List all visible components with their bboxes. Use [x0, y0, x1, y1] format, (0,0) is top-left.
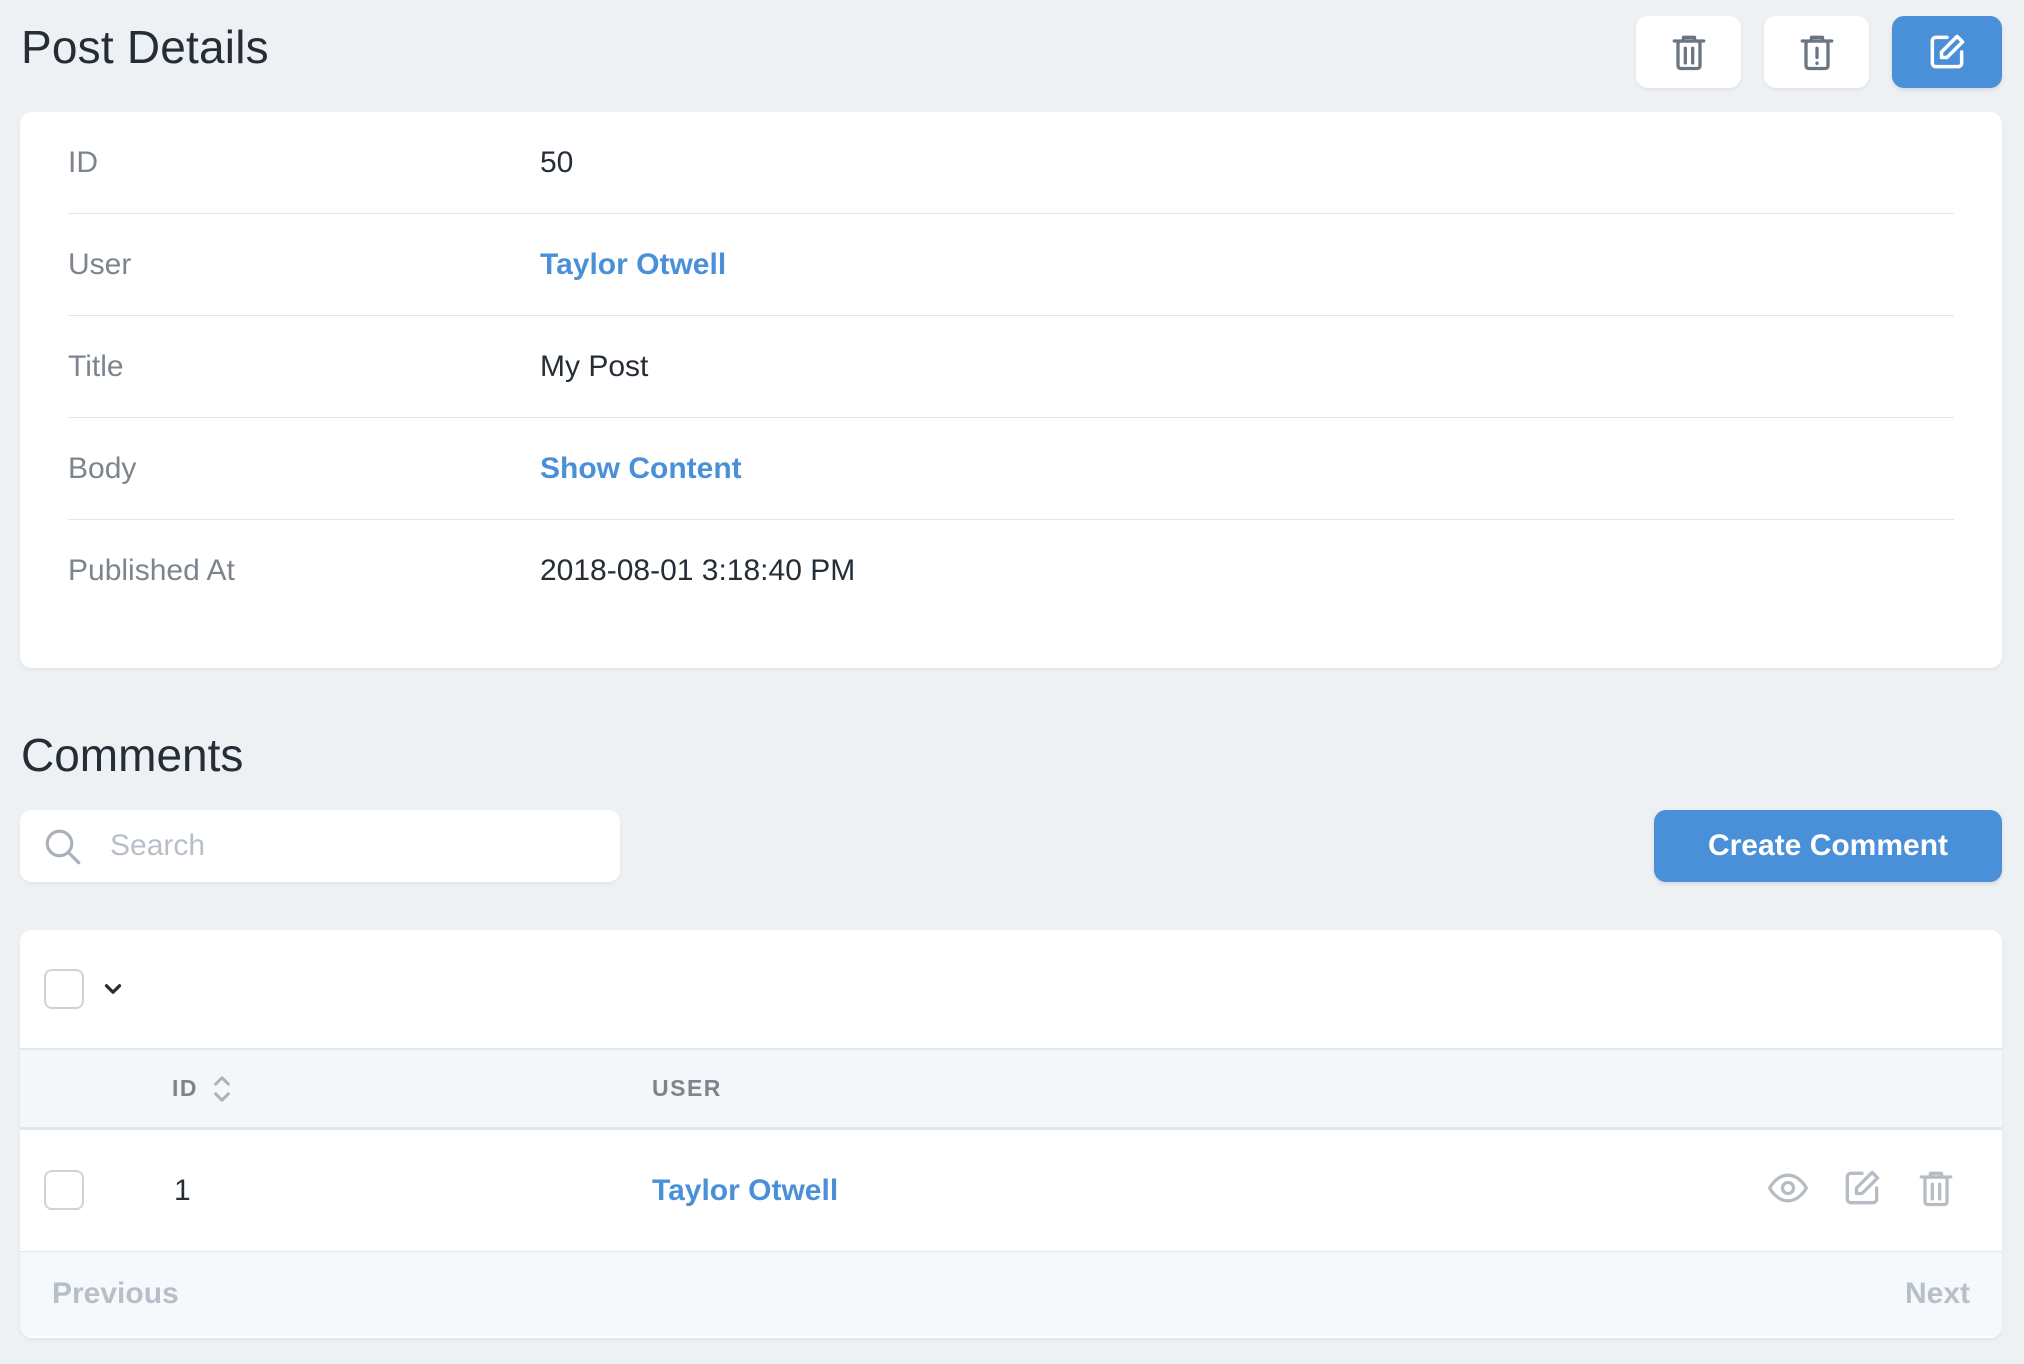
detail-label: Body [68, 451, 137, 485]
detail-row-user: User Taylor Otwell [68, 214, 1954, 316]
table-row: 1 Taylor Otwell [20, 1130, 2002, 1252]
comments-table: ID USER 1 Taylor Otwell Previous Next [20, 930, 2002, 1338]
column-header-id[interactable]: ID [172, 1073, 232, 1105]
comments-title: Comments [21, 729, 244, 781]
table-header: ID USER [20, 1050, 2002, 1130]
details-panel: ID 50 User Taylor Otwell Title My Post B… [20, 112, 2002, 668]
create-comment-button[interactable]: Create Comment [1654, 810, 2002, 882]
column-header-user: USER [652, 1075, 722, 1102]
page-title: Post Details [21, 21, 269, 73]
search-box [20, 810, 620, 882]
column-header-label: ID [172, 1075, 198, 1101]
detail-value: My Post [540, 349, 649, 383]
detail-label: User [68, 247, 132, 281]
detail-label: Title [68, 349, 124, 383]
previous-page-button[interactable]: Previous [52, 1277, 179, 1311]
show-content-link[interactable]: Show Content [540, 452, 742, 486]
detail-row-published-at: Published At 2018-08-01 3:18:40 PM [68, 520, 1954, 622]
trash-icon[interactable] [1914, 1166, 1958, 1210]
detail-value: 50 [540, 145, 574, 179]
row-checkbox[interactable] [44, 1170, 84, 1210]
detail-row-title: Title My Post [68, 316, 1954, 418]
cell-id: 1 [174, 1173, 191, 1207]
edit-button[interactable] [1892, 16, 2002, 88]
sort-icon [214, 1075, 230, 1102]
force-delete-icon [1800, 35, 1833, 71]
detail-label: ID [68, 145, 98, 179]
detail-label: Published At [68, 554, 235, 587]
delete-button[interactable] [1636, 16, 1741, 88]
cell-user-link[interactable]: Taylor Otwell [652, 1174, 838, 1208]
chevron-down-icon[interactable] [100, 976, 126, 1002]
page: Post Details ID 50 User Taylor Otwell Ti… [0, 0, 2024, 1364]
select-all-checkbox[interactable] [44, 969, 84, 1009]
detail-row-id: ID 50 [68, 112, 1954, 214]
user-link[interactable]: Taylor Otwell [540, 248, 726, 282]
eye-icon[interactable] [1766, 1166, 1810, 1210]
trash-icon [1672, 35, 1705, 71]
force-delete-button[interactable] [1764, 16, 1869, 88]
detail-value: 2018-08-01 3:18:40 PM [540, 554, 856, 587]
search-input[interactable] [110, 829, 590, 863]
next-page-button[interactable]: Next [1905, 1277, 1970, 1311]
row-actions [1766, 1166, 1958, 1210]
edit-icon[interactable] [1840, 1166, 1884, 1210]
edit-icon [1930, 34, 1965, 69]
detail-row-body: Body Show Content [68, 418, 1954, 520]
search-icon [45, 829, 81, 865]
bulk-actions-bar [20, 930, 2002, 1050]
pagination: Previous Next [20, 1252, 2002, 1336]
column-header-label: USER [652, 1075, 722, 1101]
